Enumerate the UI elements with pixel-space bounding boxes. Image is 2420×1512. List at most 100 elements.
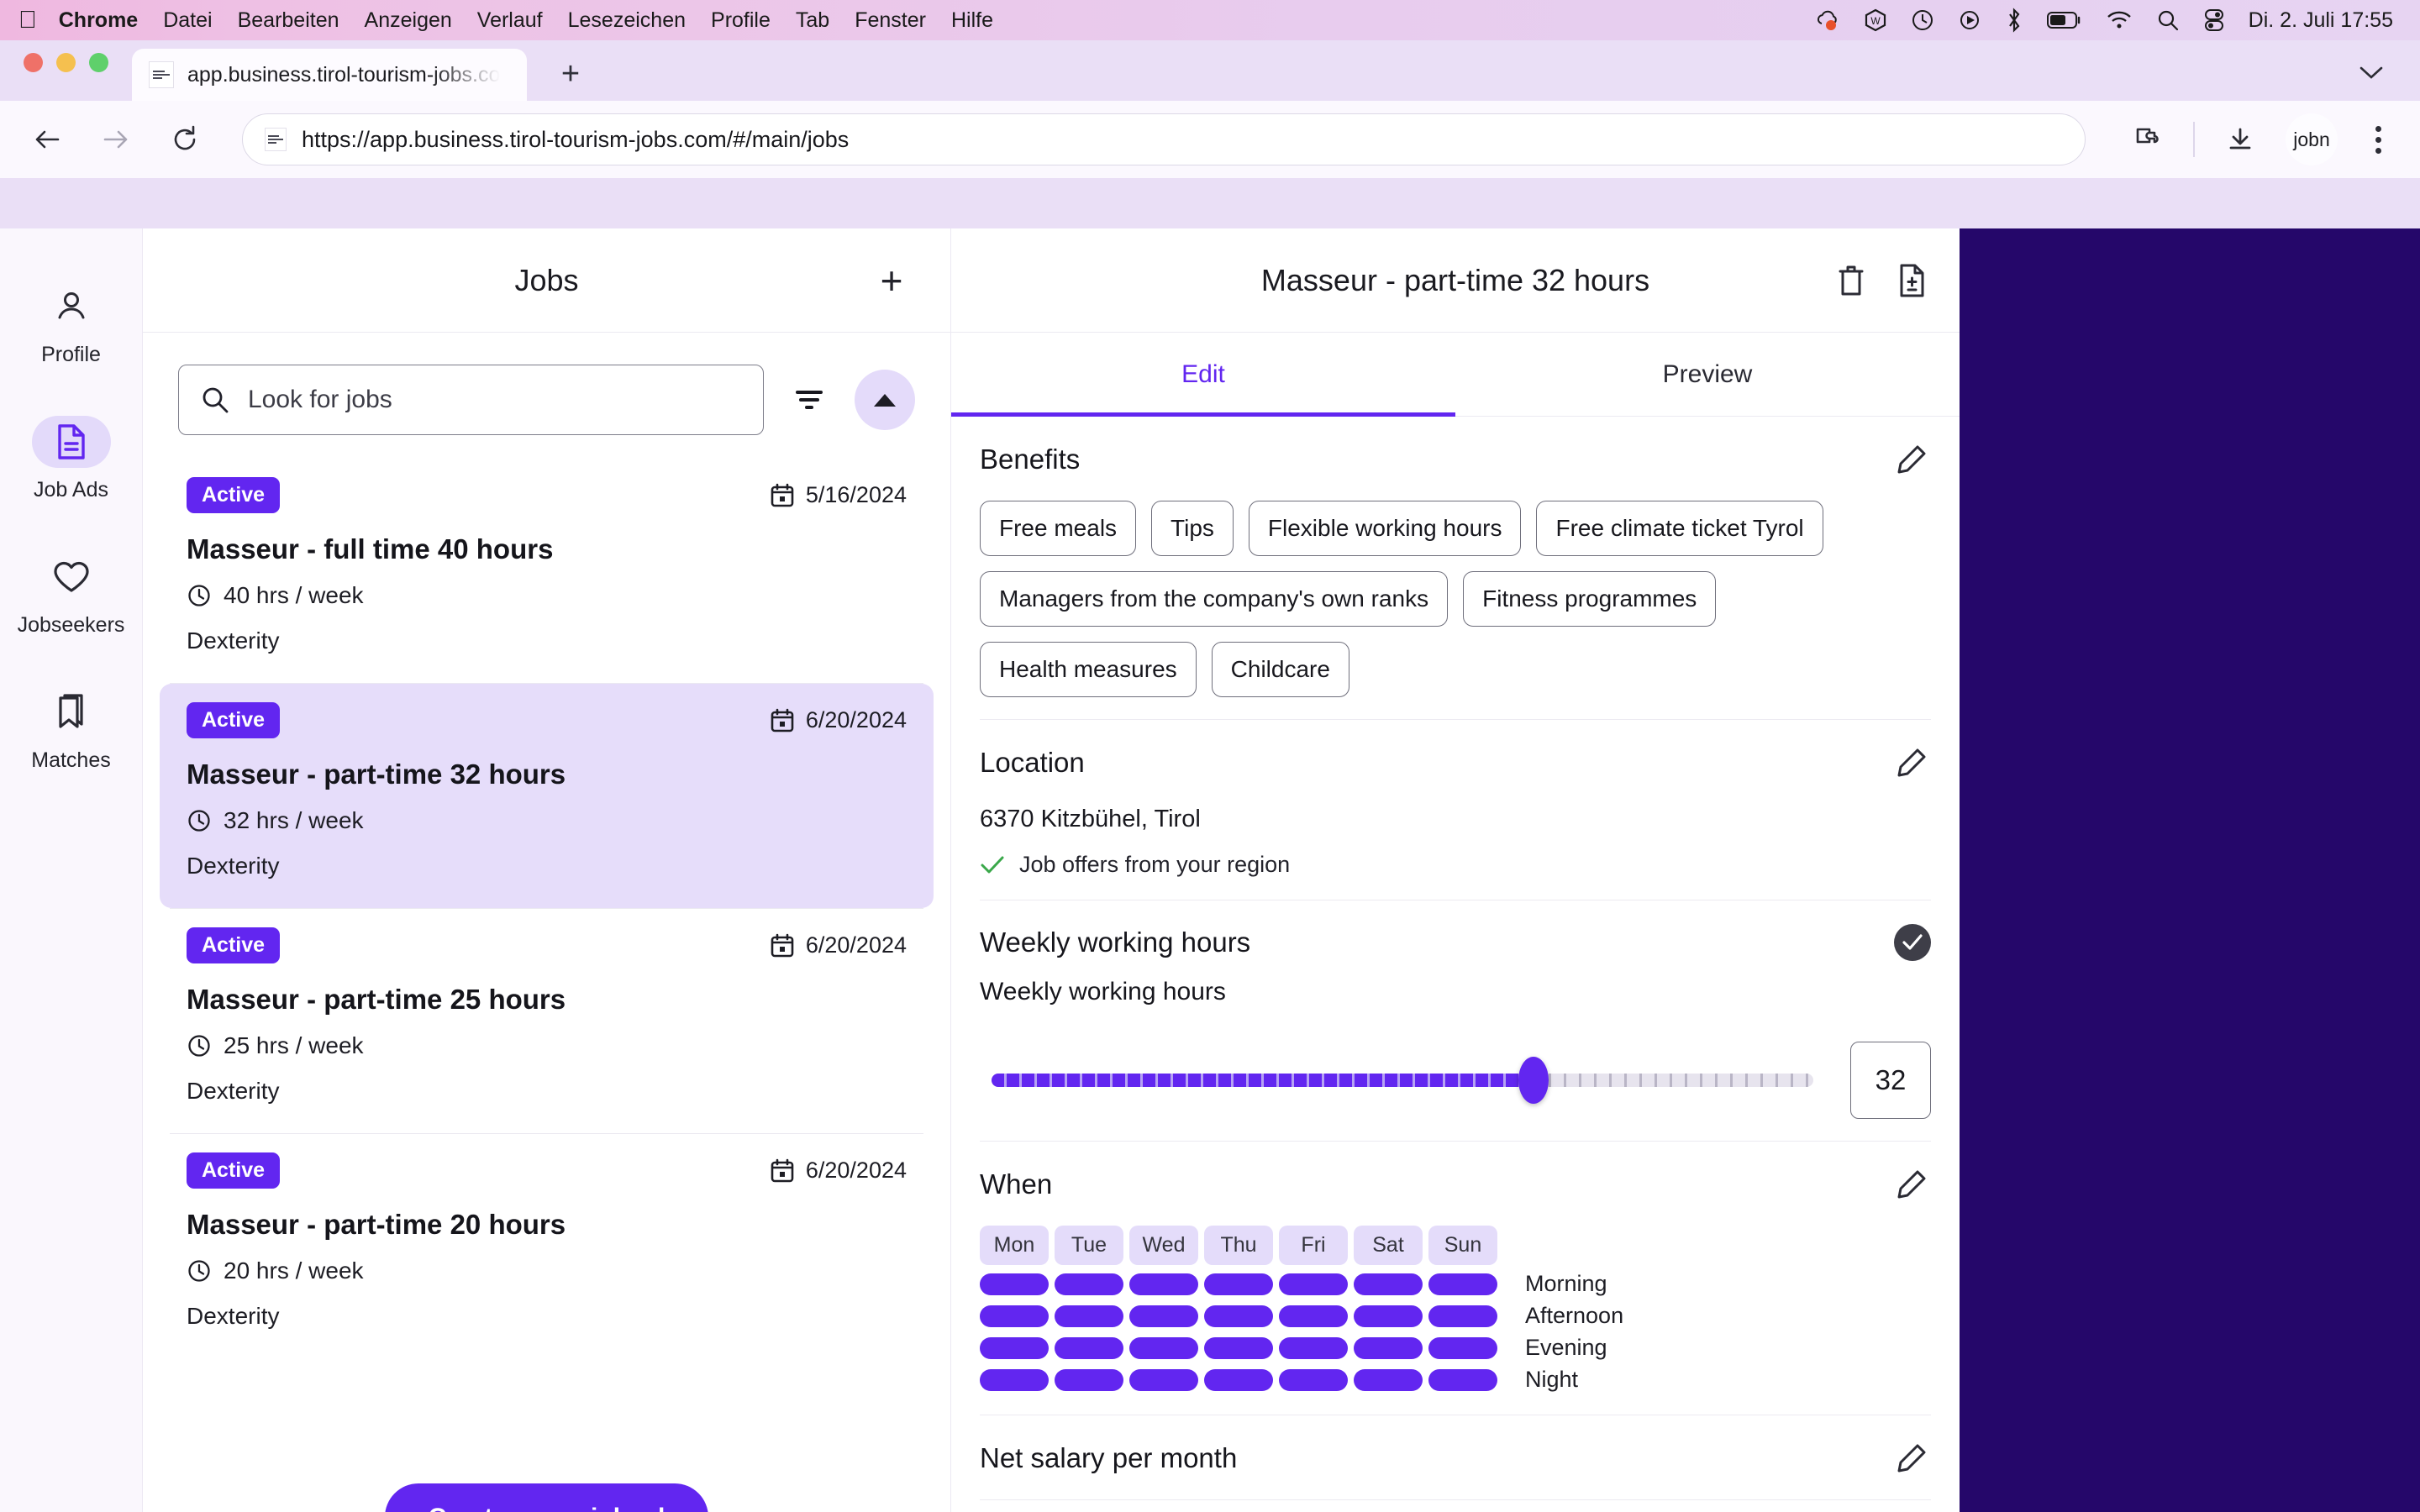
close-window-button[interactable] xyxy=(24,52,43,72)
weekly-hours-value[interactable]: 32 xyxy=(1850,1042,1931,1119)
spotlight-search-icon[interactable] xyxy=(2156,8,2180,32)
pencil-icon[interactable] xyxy=(1892,1439,1931,1478)
when-slot[interactable] xyxy=(1279,1368,1348,1391)
job-detail-body[interactable]: Benefits Free meals Tips Flexible working … xyxy=(951,417,1960,1512)
time-machine-icon[interactable] xyxy=(1911,8,1934,32)
cloud-sync-icon[interactable] xyxy=(1815,8,1840,32)
benefit-chip[interactable]: Tips xyxy=(1151,501,1234,556)
when-slot[interactable] xyxy=(980,1368,1049,1391)
check-circle-icon[interactable] xyxy=(1894,924,1931,961)
add-job-button[interactable]: + xyxy=(868,257,915,304)
new-tab-button[interactable]: + xyxy=(549,52,592,96)
search-input[interactable]: Look for jobs xyxy=(178,365,764,435)
when-slot[interactable] xyxy=(1354,1336,1423,1359)
grammarly-icon[interactable]: W xyxy=(1864,8,1887,32)
benefit-chip[interactable]: Fitness programmes xyxy=(1463,571,1717,627)
when-slot[interactable] xyxy=(1055,1336,1123,1359)
screen-recording-icon[interactable] xyxy=(1958,8,1981,32)
when-slot[interactable] xyxy=(1279,1336,1348,1359)
delete-icon[interactable] xyxy=(1835,263,1867,298)
job-list-item[interactable]: Active 6/20/2024 Masseur - part-time 20 ho… xyxy=(160,1134,934,1358)
menu-bar-clock[interactable]: Di. 2. Juli 17:55 xyxy=(2249,8,2393,33)
when-day-header[interactable]: Thu xyxy=(1204,1226,1273,1265)
when-slot[interactable] xyxy=(980,1305,1049,1327)
extensions-icon[interactable] xyxy=(2126,118,2170,161)
when-slot[interactable] xyxy=(1204,1368,1273,1391)
job-list-item[interactable]: Active 5/16/2024 Masseur - full time 40 ho… xyxy=(160,459,934,683)
benefit-chip[interactable]: Free meals xyxy=(980,501,1137,556)
benefit-chip[interactable]: Health measures xyxy=(980,642,1197,697)
when-slot[interactable] xyxy=(980,1336,1049,1359)
duplicate-document-icon[interactable] xyxy=(1896,262,1928,299)
pencil-icon[interactable] xyxy=(1892,440,1931,479)
apple-logo-icon[interactable]:  xyxy=(18,8,37,33)
minimize-window-button[interactable] xyxy=(56,52,76,72)
bluetooth-icon[interactable] xyxy=(2005,8,2023,33)
when-slot[interactable] xyxy=(1129,1273,1198,1295)
when-slot[interactable] xyxy=(1428,1368,1497,1391)
wifi-icon[interactable] xyxy=(2106,10,2133,30)
menu-item-tab[interactable]: Tab xyxy=(796,8,829,33)
downloads-icon[interactable] xyxy=(2218,118,2262,161)
weekly-hours-slider-thumb[interactable] xyxy=(1518,1057,1549,1104)
reload-icon[interactable] xyxy=(163,118,207,161)
when-slot[interactable] xyxy=(1129,1368,1198,1391)
when-day-header[interactable]: Mon xyxy=(980,1226,1049,1265)
when-slot[interactable] xyxy=(1428,1336,1497,1359)
job-list[interactable]: Active 5/16/2024 Masseur - full time 40 ho… xyxy=(143,435,950,1475)
maximize-window-button[interactable] xyxy=(89,52,108,72)
tab-search-chevron-down-icon[interactable] xyxy=(2351,52,2391,92)
menu-item-profile[interactable]: Profile xyxy=(711,8,771,33)
when-slot[interactable] xyxy=(1279,1273,1348,1295)
when-slot[interactable] xyxy=(1055,1273,1123,1295)
sidebar-item-profile[interactable]: Profile xyxy=(8,281,134,367)
when-slot[interactable] xyxy=(1055,1368,1123,1391)
menu-item-lesezeichen[interactable]: Lesezeichen xyxy=(568,8,686,33)
when-day-header[interactable]: Wed xyxy=(1129,1226,1198,1265)
filter-icon[interactable] xyxy=(786,376,833,423)
benefit-chip[interactable]: Managers from the company's own ranks xyxy=(980,571,1449,627)
pencil-icon[interactable] xyxy=(1892,1165,1931,1204)
benefit-chip[interactable]: Flexible working hours xyxy=(1248,501,1522,556)
menu-item-hilfe[interactable]: Hilfe xyxy=(951,8,993,33)
when-slot[interactable] xyxy=(980,1273,1049,1295)
menu-item-verlauf[interactable]: Verlauf xyxy=(477,8,543,33)
when-slot[interactable] xyxy=(1354,1273,1423,1295)
when-day-header[interactable]: Sun xyxy=(1428,1226,1497,1265)
menu-item-anzeigen[interactable]: Anzeigen xyxy=(365,8,452,33)
when-slot[interactable] xyxy=(1354,1305,1423,1327)
when-slot[interactable] xyxy=(1204,1305,1273,1327)
tab-edit[interactable]: Edit xyxy=(951,333,1455,417)
when-slot[interactable] xyxy=(1428,1273,1497,1295)
menu-item-fenster[interactable]: Fenster xyxy=(855,8,926,33)
when-slot[interactable] xyxy=(1055,1305,1123,1327)
when-slot[interactable] xyxy=(1354,1368,1423,1391)
collapse-filters-button[interactable] xyxy=(855,370,915,430)
when-slot[interactable] xyxy=(1279,1305,1348,1327)
job-list-item[interactable]: Active 6/20/2024 Masseur - part-time 25 ho… xyxy=(160,909,934,1133)
when-slot[interactable] xyxy=(1129,1305,1198,1327)
kebab-menu-icon[interactable] xyxy=(2361,125,2395,154)
when-slot[interactable] xyxy=(1204,1336,1273,1359)
chrome-profile-avatar[interactable]: jobn xyxy=(2286,113,2338,165)
menu-item-bearbeiten[interactable]: Bearbeiten xyxy=(238,8,339,33)
forward-icon[interactable] xyxy=(94,118,138,161)
pencil-icon[interactable] xyxy=(1892,743,1931,782)
sidebar-item-jobseekers[interactable]: Jobseekers xyxy=(8,551,134,638)
when-day-header[interactable]: Fri xyxy=(1279,1226,1348,1265)
menu-item-datei[interactable]: Datei xyxy=(163,8,212,33)
address-bar[interactable]: https://app.business.tirol-tourism-jobs.… xyxy=(242,113,2086,165)
when-slot[interactable] xyxy=(1204,1273,1273,1295)
back-icon[interactable] xyxy=(25,118,69,161)
menu-item-chrome[interactable]: Chrome xyxy=(59,8,138,33)
when-day-header[interactable]: Tue xyxy=(1055,1226,1123,1265)
tab-preview[interactable]: Preview xyxy=(1455,333,1960,416)
benefit-chip[interactable]: Childcare xyxy=(1211,642,1349,697)
control-center-icon[interactable] xyxy=(2203,8,2225,32)
benefit-chip[interactable]: Free climate ticket Tyrol xyxy=(1536,501,1823,556)
job-list-item[interactable]: Active 6/20/2024 Masseur - part-time 32 ho… xyxy=(160,684,934,908)
browser-tab[interactable]: app.business.tirol-tourism-jobs.co xyxy=(132,49,527,101)
sidebar-item-job-ads[interactable]: Job Ads xyxy=(8,416,134,502)
when-day-header[interactable]: Sat xyxy=(1354,1226,1423,1265)
weekly-hours-slider[interactable] xyxy=(992,1057,1813,1104)
